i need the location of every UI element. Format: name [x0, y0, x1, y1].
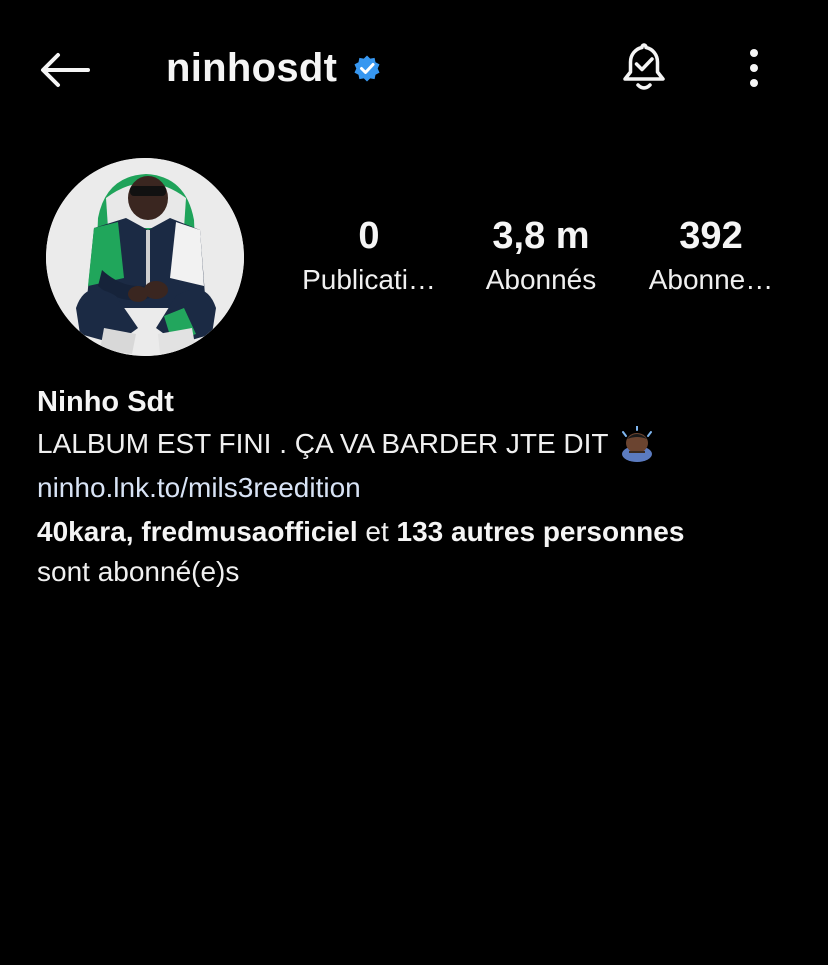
followed-by-accounts: 40kara, fredmusaofficiel: [37, 516, 358, 547]
username-header: ninhosdt: [166, 42, 383, 94]
bio-link[interactable]: ninho.lnk.to/mils3reedition: [37, 466, 361, 510]
stat-posts[interactable]: 0 Publicati…: [284, 212, 454, 300]
more-options-button[interactable]: [730, 40, 778, 96]
bell-check-icon: [623, 43, 665, 90]
verified-badge-icon: [351, 52, 383, 84]
bio-section: Ninho Sdt LALBUM EST FINI . ÇA VA BARDER…: [37, 382, 797, 592]
back-button[interactable]: [30, 44, 98, 96]
followers-label: Abonnés: [485, 264, 597, 295]
arrow-left-icon: [41, 53, 90, 87]
posts-label: Publicati…: [302, 264, 436, 295]
followed-by-suffix: sont abonné(e)s: [37, 556, 240, 587]
followed-by[interactable]: 40kara, fredmusaofficiel et 133 autres p…: [37, 512, 797, 592]
bowing-person-emoji-icon: [619, 425, 655, 462]
following-count: 392: [679, 215, 743, 257]
notifications-button[interactable]: [612, 38, 676, 98]
followed-by-connector: et: [357, 516, 397, 547]
followers-count: 3,8 m: [492, 215, 590, 257]
posts-count: 0: [358, 215, 380, 257]
followed-by-others: 133 autres personnes: [396, 516, 685, 547]
stat-followers[interactable]: 3,8 m Abonnés: [456, 212, 626, 300]
top-bar: ninhosdt: [0, 0, 828, 140]
more-vertical-icon: [750, 49, 758, 87]
username: ninhosdt: [166, 45, 338, 90]
stat-following[interactable]: 392 Abonne…: [626, 212, 796, 300]
display-name: Ninho Sdt: [37, 386, 174, 418]
following-label: Abonne…: [648, 264, 774, 295]
profile-stats: 0 Publicati… 3,8 m Abonnés 392 Abonne…: [0, 212, 828, 312]
bio-text-row: LALBUM EST FINI . ÇA VA BARDER JTE DIT: [37, 422, 797, 466]
bio-text: LALBUM EST FINI . ÇA VA BARDER JTE DIT: [37, 428, 609, 459]
